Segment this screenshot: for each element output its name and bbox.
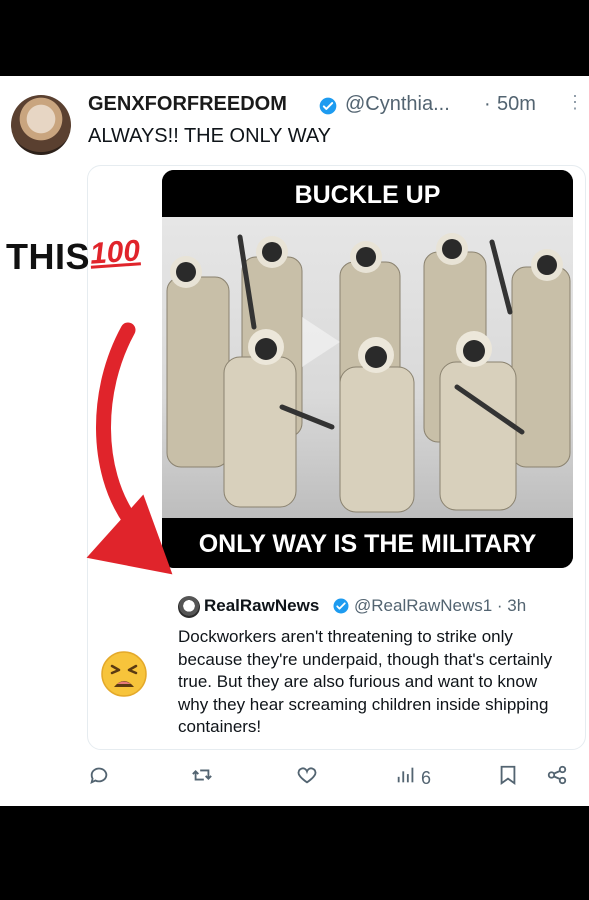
- separator-dot: ·: [484, 93, 491, 115]
- author-name[interactable]: GENXFORFREEDOM: [88, 93, 287, 116]
- retweet-icon[interactable]: [190, 764, 214, 786]
- quoted-author-name[interactable]: RealRawNews: [204, 596, 319, 616]
- more-icon[interactable]: ⋮: [566, 92, 584, 113]
- quoted-text: Dockworkers aren't threatening to strike…: [178, 627, 553, 736]
- verified-badge-icon: [319, 97, 337, 115]
- play-icon: [302, 317, 340, 367]
- tired-face-emoji-icon: [101, 651, 147, 697]
- this-annotation: THIS: [6, 236, 91, 277]
- author-avatar[interactable]: [11, 95, 71, 155]
- hundred-emoji-icon: 100: [88, 234, 142, 271]
- like-icon[interactable]: [295, 764, 319, 786]
- soldiers-photo: [162, 217, 573, 518]
- meme-top-caption: BUCKLE UP: [162, 170, 573, 217]
- quoted-author-avatar[interactable]: [178, 596, 200, 618]
- meme-image[interactable]: BUCKLE UP ONLY WAY IS THE MILITARY: [162, 170, 573, 568]
- share-icon[interactable]: [545, 764, 569, 786]
- post-time[interactable]: 50m: [497, 93, 536, 116]
- verified-badge-icon: [333, 598, 349, 614]
- views-icon[interactable]: [395, 764, 417, 786]
- reply-icon[interactable]: [88, 764, 110, 786]
- quoted-handle-time[interactable]: @RealRawNews1 · 3h: [354, 596, 526, 616]
- views-count: 6: [421, 768, 432, 788]
- bookmark-icon[interactable]: [498, 764, 518, 786]
- meme-bottom-caption: ONLY WAY IS THE MILITARY: [162, 518, 573, 568]
- author-handle[interactable]: @Cynthia...: [345, 93, 450, 116]
- post-text: ALWAYS!! THE ONLY WAY: [88, 125, 332, 147]
